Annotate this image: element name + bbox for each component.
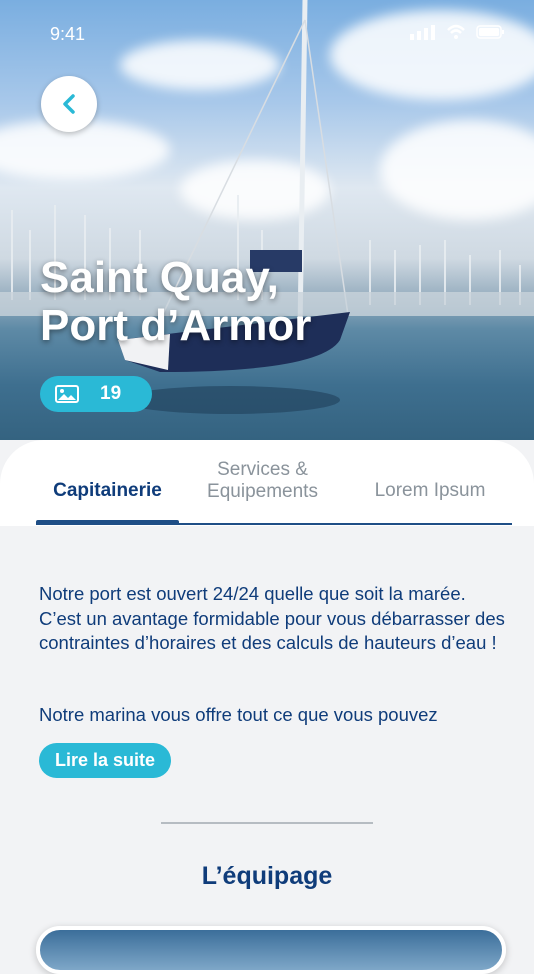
status-time: 9:41: [50, 24, 86, 44]
photo-count: 19: [100, 383, 122, 404]
tab-bar: Capitainerie Services & Equipements Lore…: [0, 440, 534, 526]
read-more-button[interactable]: Lire la suite: [39, 743, 172, 778]
battery-icon: [476, 25, 504, 39]
tab-capitainerie[interactable]: Capitainerie: [36, 480, 179, 502]
wifi-icon: [447, 24, 465, 39]
chevron-left-icon: [63, 94, 75, 114]
tab-services-label-line2: Equipements: [207, 481, 318, 502]
description-paragraph-2: Notre marina vous offre tout ce que vous…: [39, 704, 438, 725]
port-title-line2: Port d’Armor: [40, 301, 312, 350]
tab-lorem-ipsum-label: Lorem Ipsum: [374, 480, 486, 501]
port-title-line1: Saint Quay,: [40, 253, 279, 302]
photo-gallery-button[interactable]: 19: [40, 376, 152, 412]
back-button[interactable]: [41, 76, 97, 132]
crew-photo-card[interactable]: [36, 926, 506, 974]
tab-services-equipements[interactable]: Services & Equipements: [185, 459, 340, 503]
crew-section-title: L’équipage: [201, 862, 333, 890]
hero-image: 9:41 Saint Quay, Port d’Armor 19: [0, 0, 534, 470]
image-icon: [55, 385, 79, 403]
description-paragraph-1: Notre port est ouvert 24/24 quelle que s…: [39, 583, 505, 653]
tab-lorem-ipsum[interactable]: Lorem Ipsum: [350, 480, 510, 502]
section-divider: [161, 822, 373, 824]
tab-active-indicator: [36, 520, 179, 525]
status-icons: [410, 24, 506, 40]
port-title: Saint Quay, Port d’Armor: [40, 254, 311, 350]
tab-services-label-line1: Services &: [217, 459, 308, 480]
tab-capitainerie-label: Capitainerie: [53, 480, 162, 501]
signal-icon: [410, 25, 435, 40]
